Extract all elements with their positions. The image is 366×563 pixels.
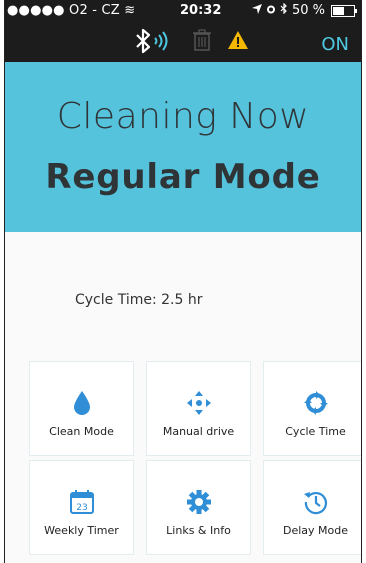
calendar-day-text: 23 bbox=[76, 503, 87, 513]
battery-text: 50 % bbox=[291, 3, 325, 18]
tile-label: Links & Info bbox=[166, 524, 231, 537]
cleaning-mode-title: Regular Mode bbox=[45, 157, 321, 197]
power-on-label[interactable]: ON bbox=[321, 34, 349, 55]
water-drop-icon bbox=[30, 390, 133, 416]
clock-icon bbox=[264, 489, 361, 515]
tile-label: Weekly Timer bbox=[44, 524, 119, 537]
bluetooth-status-icon bbox=[280, 2, 288, 18]
wifi-icon: ≋ bbox=[124, 3, 136, 18]
cleaning-status-title: Cleaning Now bbox=[56, 96, 310, 137]
menu-grid: Clean Mode Manual drive Cycle Time 23 We… bbox=[29, 361, 361, 561]
top-toolbar: ON bbox=[5, 22, 361, 62]
cycle-time-button[interactable]: Cycle Time bbox=[263, 361, 361, 456]
status-right: 50 % bbox=[251, 2, 357, 18]
tile-label: Delay Mode bbox=[282, 524, 348, 537]
gear-icon bbox=[147, 489, 250, 515]
location-icon bbox=[251, 3, 262, 18]
calendar-icon: 23 bbox=[30, 489, 133, 515]
bluetooth-icon[interactable] bbox=[133, 28, 177, 58]
warning-icon[interactable] bbox=[227, 30, 249, 54]
tile-label: Cycle Time bbox=[285, 425, 346, 438]
clean-mode-button[interactable]: Clean Mode bbox=[29, 361, 134, 456]
weekly-timer-button[interactable]: 23 Weekly Timer bbox=[29, 460, 134, 555]
tile-label: Clean Mode bbox=[49, 425, 114, 438]
delay-mode-button[interactable]: Delay Mode bbox=[263, 460, 361, 555]
status-header: Cleaning Now Regular Mode bbox=[5, 62, 361, 232]
carrier-text: ●●●●● O2 - CZ bbox=[7, 3, 120, 18]
cycle-time-text: Cycle Time: 2.5 hr bbox=[75, 292, 203, 308]
trash-icon[interactable] bbox=[192, 28, 212, 56]
clock-time: 20:32 bbox=[180, 3, 222, 18]
carrier-signal: ●●●●● O2 - CZ ≋ bbox=[7, 3, 135, 18]
app-screen: ●●●●● O2 - CZ ≋ 20:32 50 % ON Cleaning N… bbox=[4, 0, 362, 563]
manual-drive-button[interactable]: Manual drive bbox=[146, 361, 251, 456]
alarm-icon bbox=[266, 3, 276, 18]
links-info-button[interactable]: Links & Info bbox=[146, 460, 251, 555]
cycle-icon bbox=[264, 390, 361, 416]
tile-label: Manual drive bbox=[162, 425, 235, 438]
arrows-icon bbox=[147, 390, 250, 416]
battery-icon bbox=[331, 4, 357, 17]
status-bar: ●●●●● O2 - CZ ≋ 20:32 50 % bbox=[5, 0, 361, 22]
